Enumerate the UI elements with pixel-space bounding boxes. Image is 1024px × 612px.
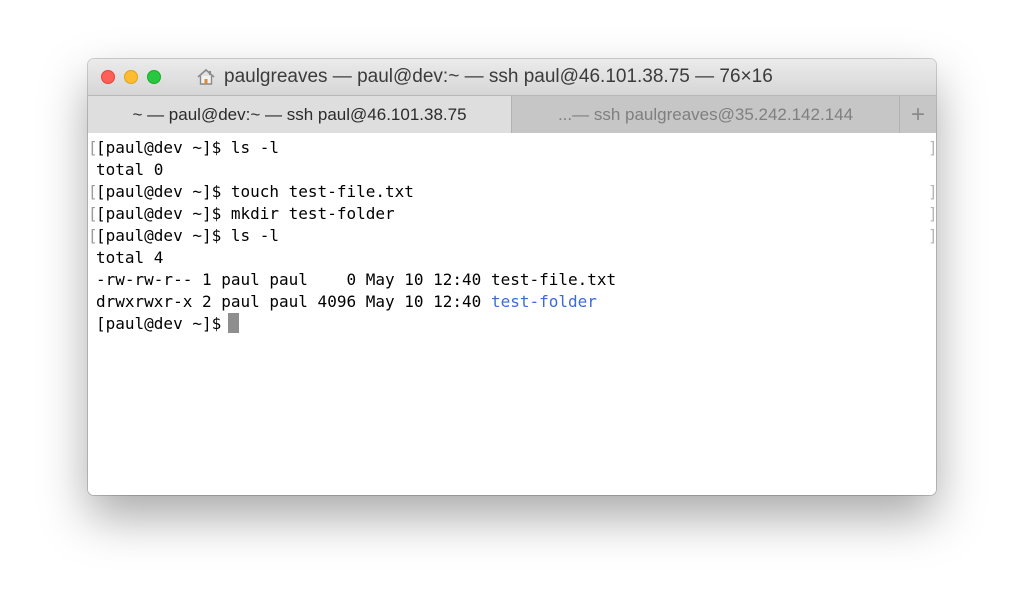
terminal-line-text: drwxrwxr-x 2 paul paul 4096 May 10 12:40… xyxy=(96,292,597,311)
window-controls xyxy=(101,70,161,84)
terminal-line-text: total 4 xyxy=(96,248,164,267)
terminal-line: drwxrwxr-x 2 paul paul 4096 May 10 12:40… xyxy=(88,291,936,313)
terminal-line: total 4 xyxy=(88,247,936,269)
title-bar[interactable]: paulgreaves — paul@dev:~ — ssh paul@46.1… xyxy=(88,59,936,95)
window-title: paulgreaves — paul@dev:~ — ssh paul@46.1… xyxy=(224,66,773,87)
tab-paulgreaves[interactable]: ...— ssh paulgreaves@35.242.142.144 xyxy=(512,96,900,133)
line-mark-right: ] xyxy=(928,225,936,247)
terminal-line-text: -rw-rw-r-- 1 paul paul 0 May 10 12:40 te… xyxy=(96,270,617,289)
text-cursor xyxy=(228,313,240,333)
terminal-output[interactable]: [][paul@dev ~]$ ls -ltotal 0[][paul@dev … xyxy=(88,133,936,495)
terminal-line-text: [paul@dev ~]$ mkdir test-folder xyxy=(96,204,395,223)
terminal-line-text: [paul@dev ~]$ touch test-file.txt xyxy=(96,182,414,201)
line-mark-right: ] xyxy=(928,203,936,225)
terminal-line: [][paul@dev ~]$ ls -l xyxy=(88,225,936,247)
terminal-line-text: [paul@dev ~]$ ls -l xyxy=(96,226,280,245)
terminal-prompt: [paul@dev ~]$ xyxy=(96,313,240,335)
terminal-line: [][paul@dev ~]$ touch test-file.txt xyxy=(88,181,936,203)
terminal-line-text: total 0 xyxy=(96,160,164,179)
terminal-line: total 0 xyxy=(88,159,936,181)
tab-paul-dev[interactable]: ~ — paul@dev:~ — ssh paul@46.101.38.75 xyxy=(88,96,512,133)
line-mark-right: ] xyxy=(928,181,936,203)
new-tab-button[interactable]: + xyxy=(900,96,936,133)
terminal-window: paulgreaves — paul@dev:~ — ssh paul@46.1… xyxy=(88,59,936,495)
directory-name: test-folder xyxy=(490,292,597,311)
terminal-line-text: [paul@dev ~]$ ls -l xyxy=(96,138,280,157)
window-title-group: paulgreaves — paul@dev:~ — ssh paul@46.1… xyxy=(196,59,773,95)
terminal-line: [][paul@dev ~]$ ls -l xyxy=(88,137,936,159)
terminal-line: [][paul@dev ~]$ mkdir test-folder xyxy=(88,203,936,225)
minimize-button[interactable] xyxy=(124,70,138,84)
tab-bar: ~ — paul@dev:~ — ssh paul@46.101.38.75 .… xyxy=(88,95,936,133)
zoom-button[interactable] xyxy=(147,70,161,84)
home-icon xyxy=(197,68,215,85)
line-mark-right: ] xyxy=(928,137,936,159)
close-button[interactable] xyxy=(101,70,115,84)
terminal-line: -rw-rw-r-- 1 paul paul 0 May 10 12:40 te… xyxy=(88,269,936,291)
